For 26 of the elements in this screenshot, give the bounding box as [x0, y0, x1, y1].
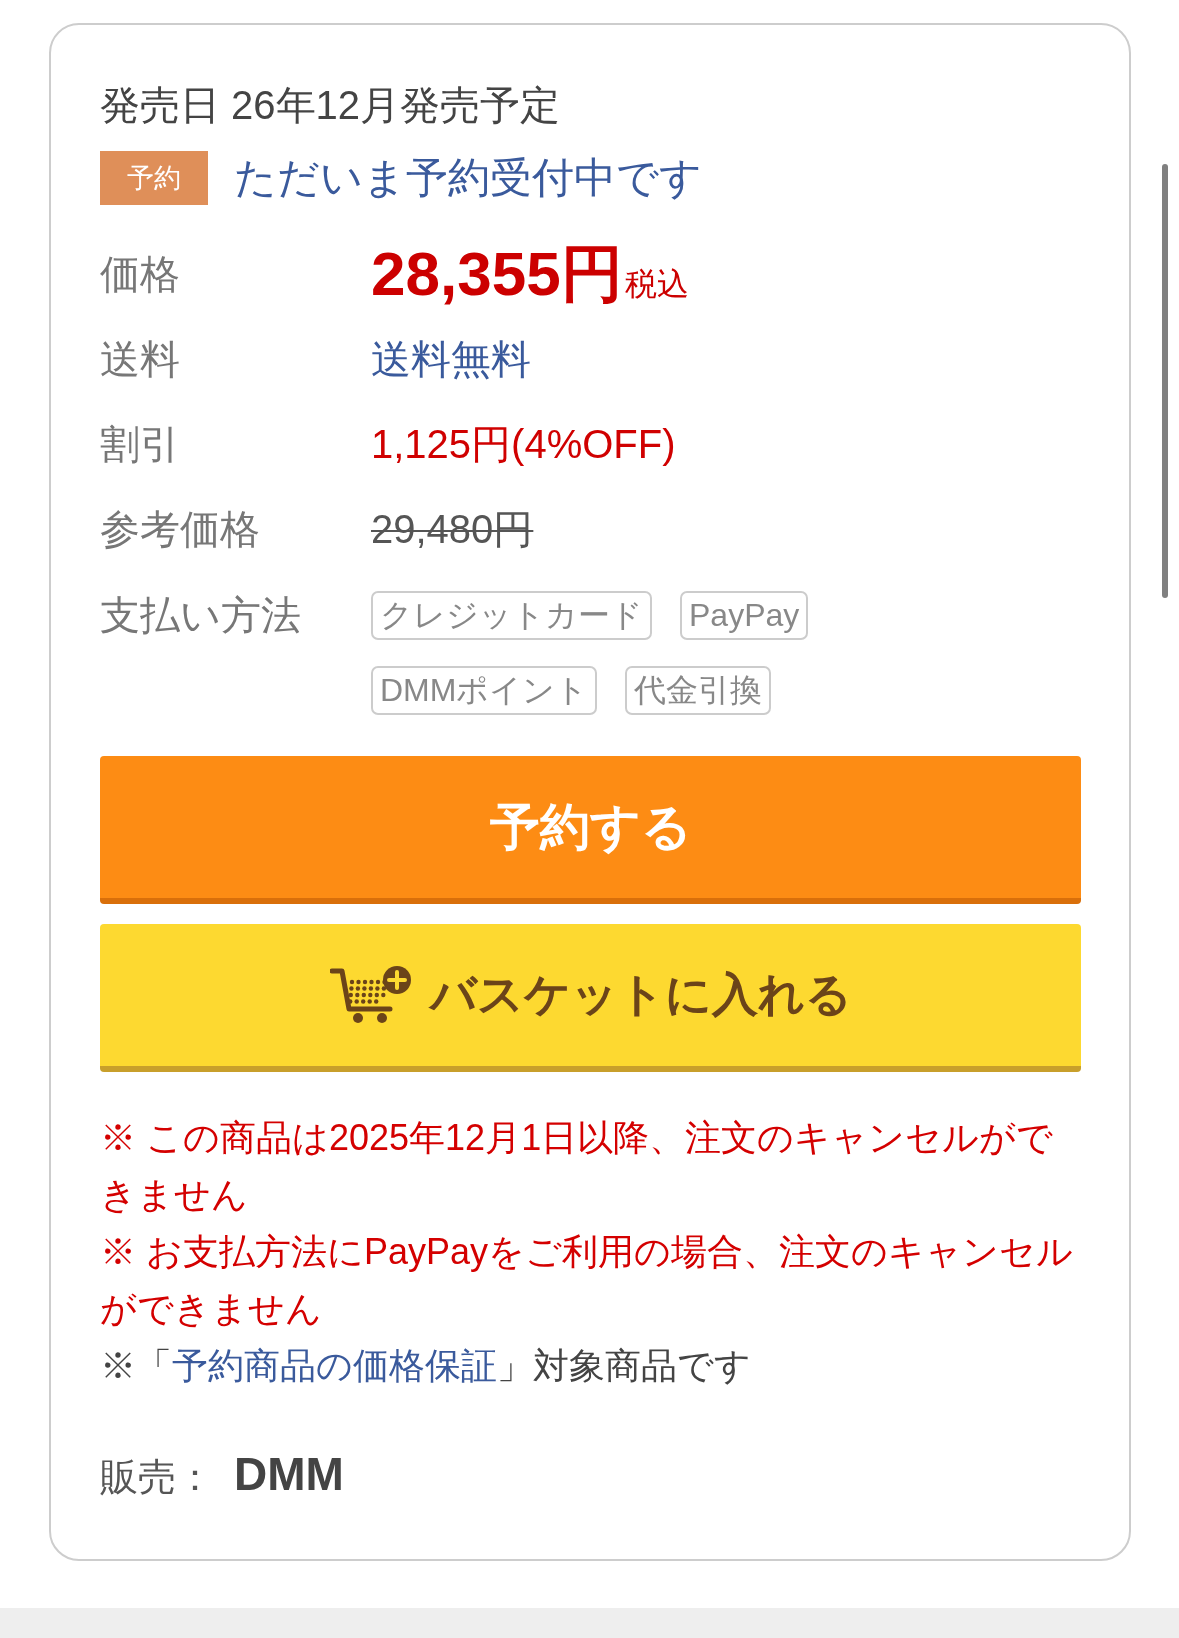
price-label: 価格: [100, 250, 180, 298]
seller-label: 販売：: [100, 1455, 214, 1500]
release-date: 発売日 26年12月発売予定: [100, 82, 562, 129]
cart-plus-icon: [329, 965, 412, 1025]
payment-method-tag: クレジットカード: [371, 591, 652, 640]
shipping-value: 送料無料: [371, 335, 531, 383]
reservation-status: ただいま予約受付中です: [234, 153, 702, 203]
cancellation-notice: ※ この商品は2025年12月1日以降、注文のキャンセルができません: [100, 1116, 1055, 1217]
discount-label: 割引: [100, 420, 180, 468]
shipping-label: 送料: [100, 335, 180, 383]
reservation-badge: 予約: [100, 151, 208, 205]
payment-method-tag: 代金引換: [625, 666, 772, 715]
price-value: 28,355円: [371, 238, 623, 309]
payment-method-tag: DMMポイント: [371, 666, 598, 715]
scrollbar-thumb[interactable]: [1162, 164, 1168, 598]
reference-price-label: 参考価格: [100, 505, 260, 553]
discount-value: 1,125円(4%OFF): [371, 420, 676, 468]
cancellation-notice: ※ お支払方法にPayPayをご利用の場合、注文のキャンセルができません: [100, 1230, 1075, 1331]
price-guarantee-notice: ※「予約商品の価格保証」対象商品です: [100, 1344, 752, 1388]
seller-name: DMM: [234, 1447, 344, 1502]
add-to-basket-button[interactable]: バスケットに入れる: [100, 924, 1081, 1072]
tax-included-label: 税込: [624, 264, 689, 304]
payment-method-label: 支払い方法: [100, 592, 301, 639]
payment-method-tag: PayPay: [680, 591, 809, 640]
price-guarantee-link[interactable]: 予約商品の価格保証: [172, 1345, 497, 1386]
reference-price-value: 29,480円: [371, 506, 534, 551]
